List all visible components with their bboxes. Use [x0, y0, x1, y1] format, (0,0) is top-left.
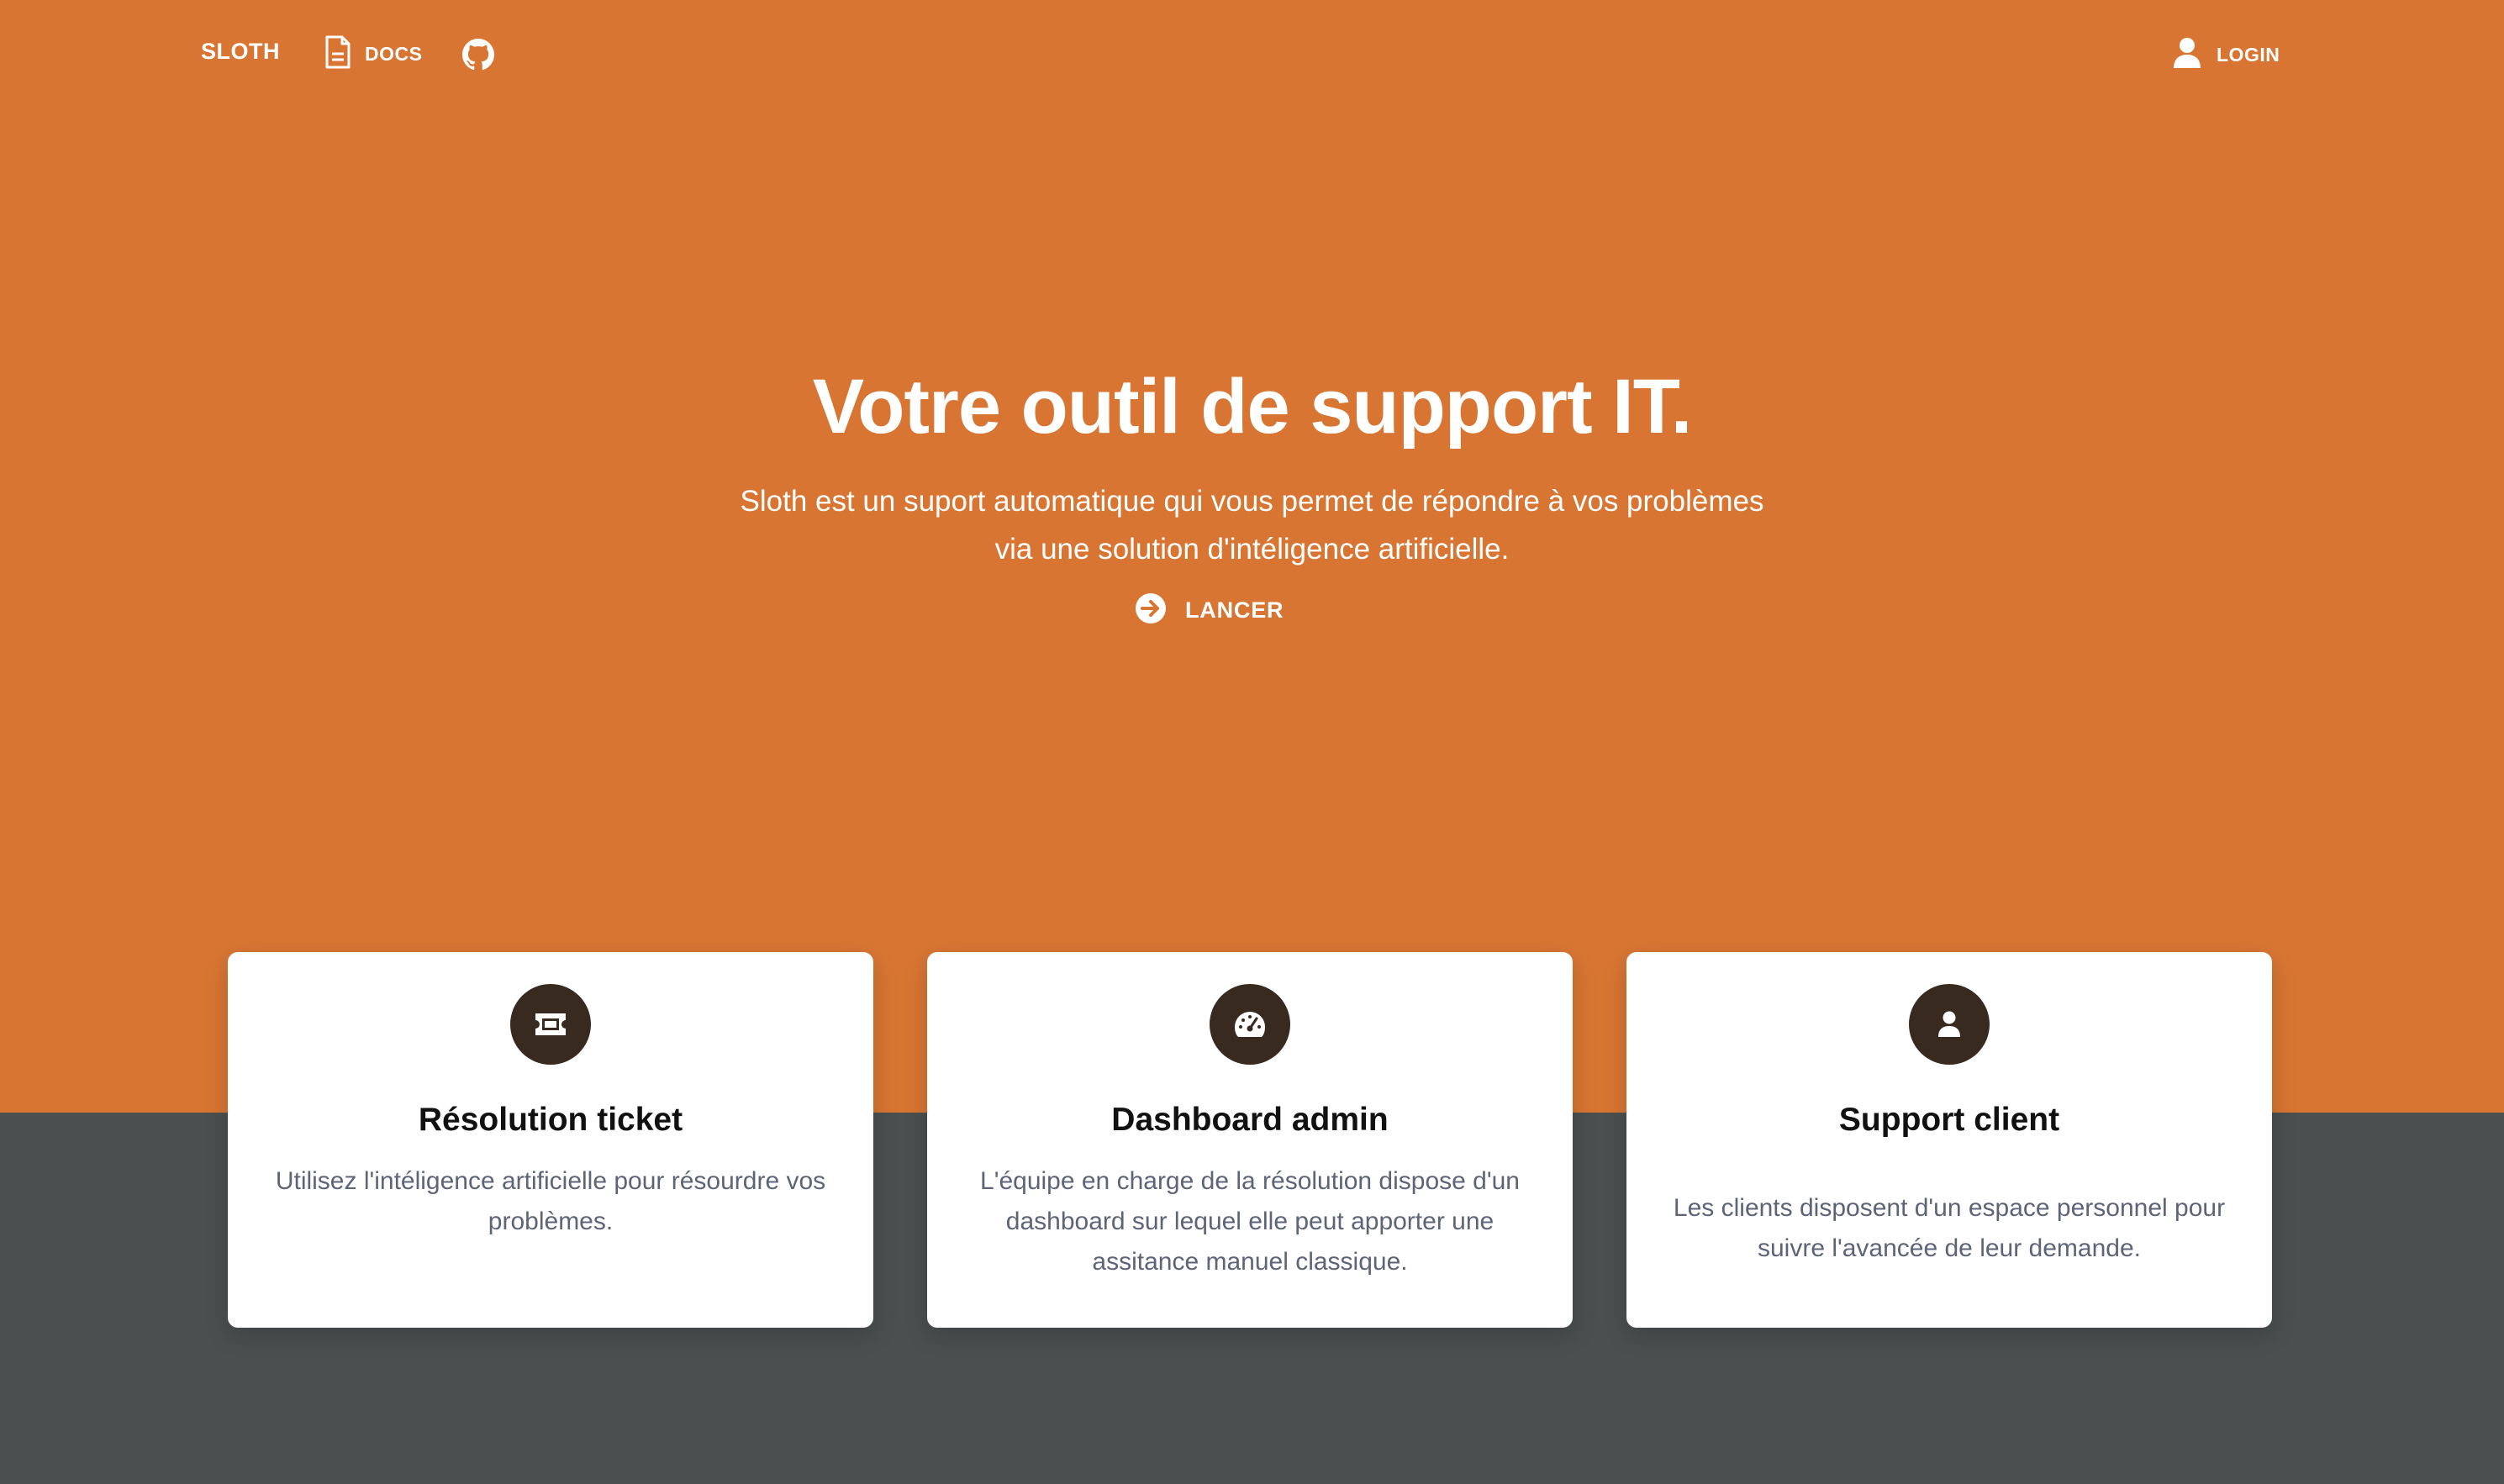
- arrow-circle-right-icon: [1135, 592, 1167, 629]
- feature-title: Résolution ticket: [418, 1102, 683, 1138]
- ticket-icon: [510, 984, 591, 1065]
- docs-label: DOCS: [365, 42, 423, 65]
- document-icon: [324, 35, 351, 73]
- feature-description: Utilisez l'intéligence artificielle pour…: [275, 1167, 826, 1235]
- launch-label: LANCER: [1185, 597, 1284, 623]
- gauge-icon: [1210, 984, 1290, 1065]
- feature-title: Dashboard admin: [1111, 1102, 1389, 1138]
- feature-card-dashboard: Dashboard admin L'équipe en charge de la…: [927, 952, 1573, 1328]
- user-icon: [2173, 37, 2201, 73]
- feature-title: Support client: [1838, 1102, 2060, 1138]
- hero-subtitle: Sloth est un suport automatique qui vous…: [740, 485, 1764, 566]
- login-label: LOGIN: [2217, 43, 2280, 66]
- landing-page: SLOTH DOCS LOGIN Votre outil de support …: [0, 0, 2504, 1484]
- hero-section: SLOTH DOCS LOGIN Votre outil de support …: [0, 0, 2504, 1113]
- brand-link[interactable]: SLOTH: [201, 39, 280, 65]
- feature-description: L'équipe en charge de la résolution disp…: [980, 1167, 1520, 1276]
- feature-card-support: Support client Les clients disposent d'u…: [1626, 952, 2272, 1328]
- login-link[interactable]: LOGIN: [2173, 37, 2280, 72]
- github-link[interactable]: [462, 39, 494, 71]
- user-icon: [1909, 984, 1990, 1065]
- feature-description: Les clients disposent d'un espace person…: [1673, 1194, 2226, 1262]
- feature-card-ticket: Résolution ticket Utilisez l'intéligence…: [228, 952, 873, 1328]
- github-icon: [462, 39, 494, 74]
- docs-link[interactable]: DOCS: [324, 35, 423, 73]
- launch-button[interactable]: LANCER: [1135, 592, 1284, 628]
- hero-title: Votre outil de support IT.: [812, 364, 1693, 450]
